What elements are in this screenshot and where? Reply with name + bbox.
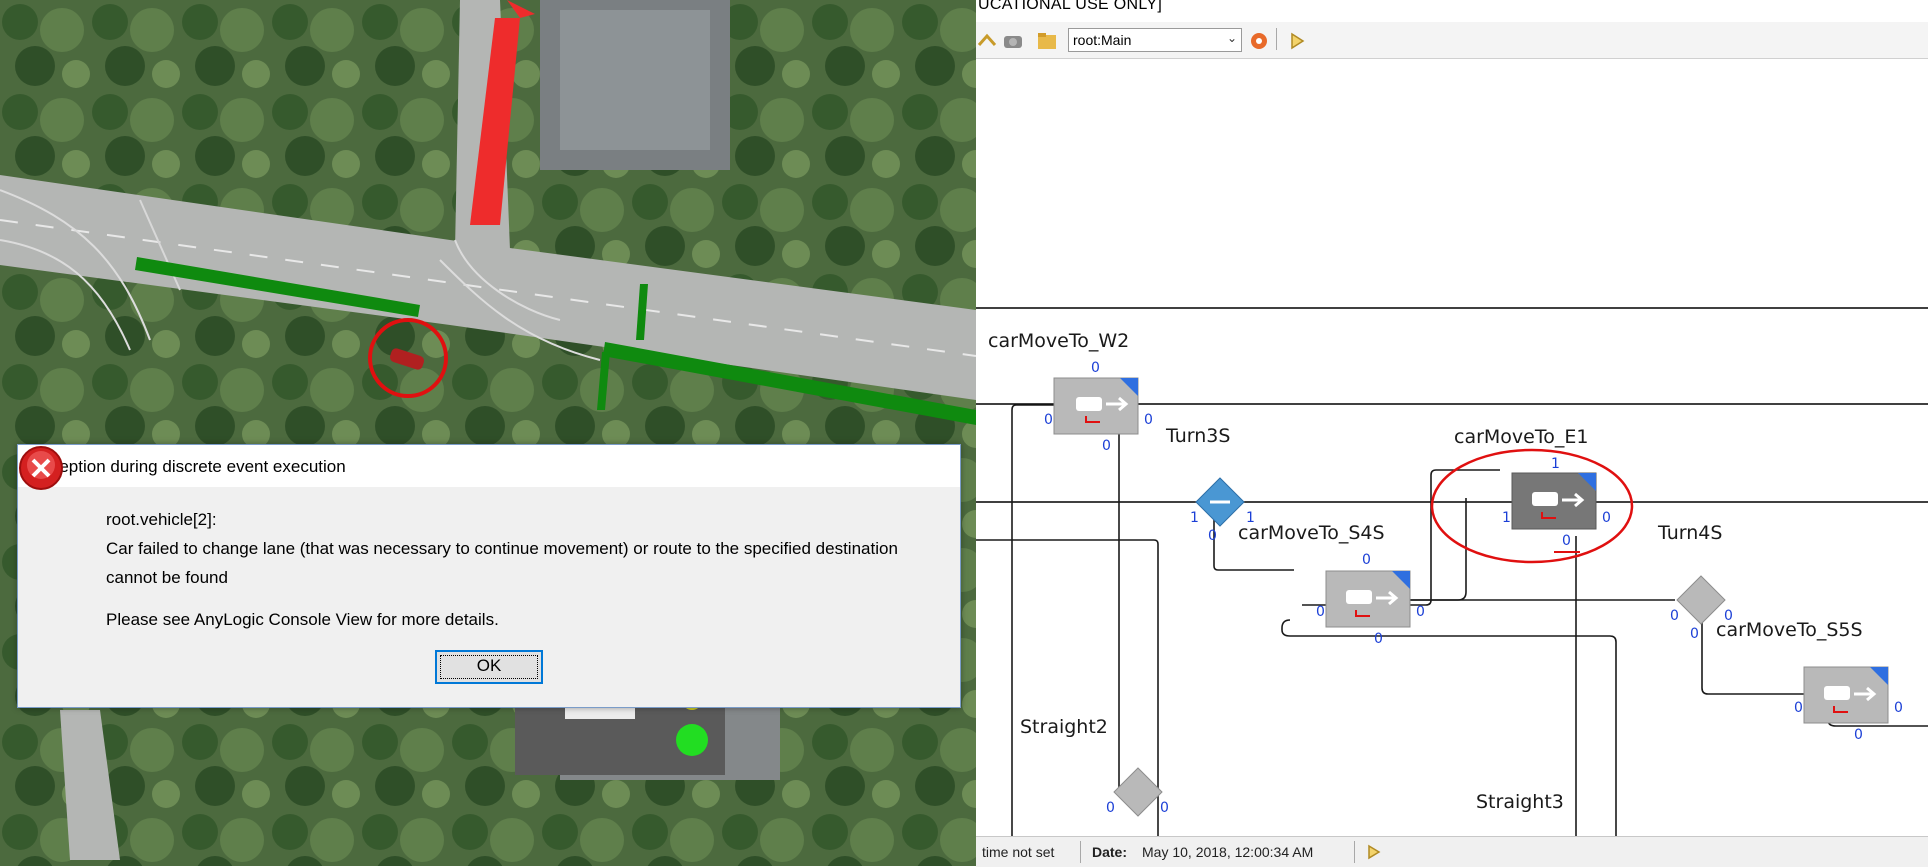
- port-count: 0: [1362, 552, 1371, 568]
- port-count: 0: [1374, 631, 1383, 647]
- port-count: 0: [1854, 727, 1863, 743]
- select-label-straight3: Straight3: [1476, 791, 1564, 813]
- green-light-icon: [676, 724, 708, 756]
- dialog-titlebar: Exception during discrete event executio…: [18, 445, 960, 487]
- block-label: carMoveTo_S4S: [1238, 522, 1385, 544]
- port-count: 0: [1416, 604, 1425, 620]
- simulation-map-view[interactable]: Exception during discrete event executio…: [0, 0, 976, 866]
- select-straight2[interactable]: Straight2 0 0: [1020, 716, 1169, 817]
- message-line: Please see AnyLogic Console View for mor…: [106, 610, 499, 629]
- exception-dialog: Exception during discrete event executio…: [17, 444, 961, 708]
- port-count: 0: [1724, 608, 1733, 624]
- dialog-message: root.vehicle[2]: Car failed to change la…: [106, 505, 946, 634]
- model-time: time not set: [982, 844, 1055, 860]
- block-label: carMoveTo_W2: [988, 330, 1129, 352]
- port-count: 0: [1144, 412, 1153, 428]
- select-label: Turn3S: [1165, 425, 1230, 447]
- port-count: 0: [1316, 604, 1325, 620]
- port-count: 0: [1894, 700, 1903, 716]
- message-line: root.vehicle[2]:: [106, 510, 217, 529]
- port-count: 0: [1602, 510, 1611, 526]
- port-count: 0: [1562, 533, 1571, 549]
- port-count: 0: [1044, 412, 1053, 428]
- block-carmoveto-s5s[interactable]: carMoveTo_S5S 0 0 0: [1716, 619, 1903, 743]
- select-label: Turn4S: [1657, 522, 1722, 544]
- status-separator: [1080, 841, 1081, 863]
- port-count: 0: [1670, 608, 1679, 624]
- block-label: carMoveTo_E1: [1454, 426, 1588, 448]
- map-svg: [0, 0, 976, 866]
- message-line: cannot be found: [106, 568, 228, 587]
- date-label: Date:: [1092, 844, 1128, 860]
- ok-button[interactable]: OK: [435, 650, 543, 684]
- building-roof-inner: [560, 10, 710, 150]
- block-carmoveto-e1[interactable]: carMoveTo_E1 1 1 0 0: [1430, 426, 1634, 564]
- port-count: 0: [1160, 800, 1169, 816]
- port-count: 1: [1551, 456, 1560, 472]
- port-count: 0: [1106, 800, 1115, 816]
- port-count: 1: [1502, 510, 1511, 526]
- port-count: 0: [1091, 360, 1100, 376]
- port-count: 0: [1794, 700, 1803, 716]
- port-count: 0: [1208, 528, 1217, 544]
- status-bar: time not set Date: May 10, 2018, 12:00:3…: [976, 836, 1928, 867]
- message-line: Car failed to change lane (that was nece…: [106, 539, 898, 558]
- flowchart-canvas[interactable]: carMoveTo_W2 0 0 0 0 carMoveTo_E1 1 1 0 …: [976, 0, 1928, 836]
- port-count: 1: [1190, 510, 1199, 526]
- status-separator: [1354, 841, 1355, 863]
- port-count: 0: [1102, 438, 1111, 454]
- run-icon[interactable]: [1366, 843, 1382, 861]
- dialog-title: Exception during discrete event executio…: [31, 457, 346, 476]
- process-model-view: UCATIONAL USE ONLY] root:Main ⌄ carMoveT…: [976, 0, 1928, 867]
- block-label: carMoveTo_S5S: [1716, 619, 1863, 641]
- date-value: May 10, 2018, 12:00:34 AM: [1142, 844, 1314, 860]
- block-carmoveto-s4s[interactable]: carMoveTo_S4S 0 0 0 0: [1238, 522, 1425, 647]
- port-count: 0: [1690, 626, 1699, 642]
- error-icon: [19, 446, 63, 490]
- port-count: 1: [1246, 510, 1255, 526]
- select-label: Straight2: [1020, 716, 1108, 738]
